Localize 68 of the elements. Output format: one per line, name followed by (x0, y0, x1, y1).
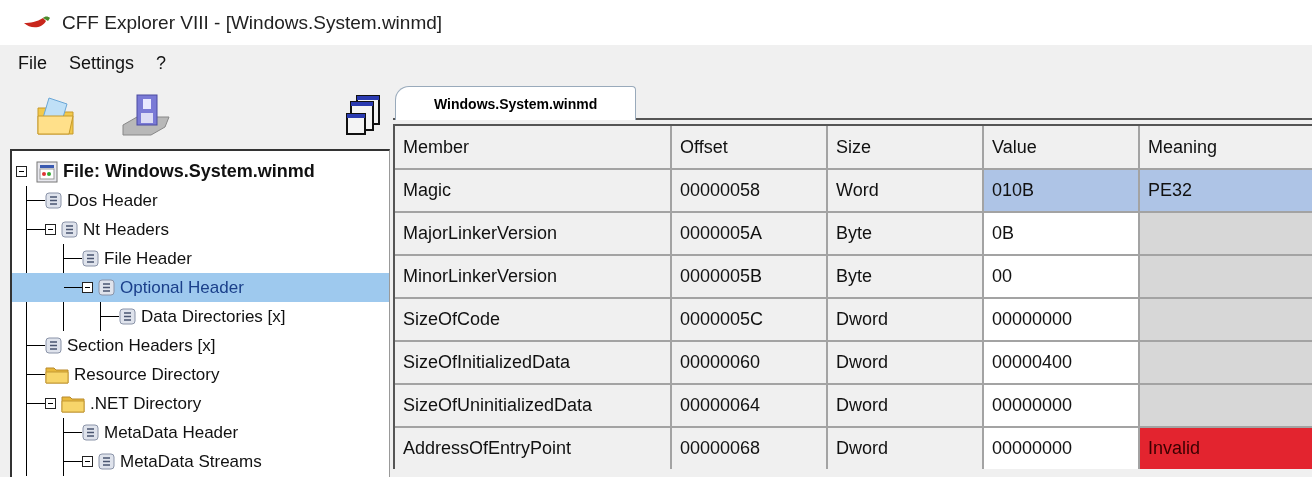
tree-item[interactable]: Data Directories [x] (101, 302, 389, 331)
table-cell: Dword (828, 428, 982, 469)
table-cell: 00000058 (672, 170, 826, 211)
table-cell: Byte (828, 256, 982, 297)
tree-item[interactable]: Dos Header (27, 186, 389, 215)
folder-icon (61, 394, 85, 413)
tree-item[interactable]: Resource Directory (27, 360, 389, 389)
table-cell: SizeOfInitializedData (395, 342, 670, 383)
table-cell: 00000068 (672, 428, 826, 469)
table-cell[interactable]: 00000000 (984, 299, 1138, 340)
table-cell[interactable]: 00000000 (984, 385, 1138, 426)
column-header[interactable]: Size (828, 126, 982, 168)
windows-icon[interactable] (343, 94, 383, 138)
menu-item[interactable]: Settings (69, 53, 135, 77)
menu-item[interactable]: File (18, 53, 47, 77)
document-icon (45, 337, 62, 354)
folder-icon (45, 365, 69, 384)
column-header[interactable]: Member (395, 126, 670, 168)
document-icon (61, 221, 78, 238)
tree-item[interactable]: File Header (64, 244, 389, 273)
tree-item[interactable]: Section Headers [x] (27, 331, 389, 360)
table-cell: Word (828, 170, 982, 211)
window-title: CFF Explorer VIII - [Windows.System.winmd] (62, 11, 443, 34)
table-cell[interactable]: 0B (984, 213, 1138, 254)
table-cell: MinorLinkerVersion (395, 256, 670, 297)
collapse-icon[interactable] (45, 224, 56, 235)
document-icon (119, 308, 136, 325)
tree-item[interactable]: .NET Directory (27, 389, 389, 418)
collapse-icon[interactable] (45, 398, 56, 409)
table-cell[interactable]: 00000400 (984, 342, 1138, 383)
table-cell: PE32 (1140, 170, 1312, 211)
tree-item[interactable]: MetaData Header (64, 418, 389, 447)
collapse-icon[interactable] (82, 456, 93, 467)
table-cell: Dword (828, 299, 982, 340)
tree-item[interactable]: File: Windows.System.winmd (16, 157, 389, 186)
save-disk-icon[interactable] (119, 93, 173, 139)
table-cell: 0000005A (672, 213, 826, 254)
table-cell: 00000060 (672, 342, 826, 383)
table-cell: Invalid (1140, 428, 1312, 469)
table-cell: Byte (828, 213, 982, 254)
table-cell: SizeOfUninitializedData (395, 385, 670, 426)
menu-item[interactable]: ? (156, 53, 167, 77)
table-cell: Dword (828, 385, 982, 426)
column-header[interactable]: Meaning (1140, 126, 1312, 168)
table-cell[interactable]: 00000000 (984, 428, 1138, 469)
table-cell: 0000005B (672, 256, 826, 297)
document-icon (82, 250, 99, 267)
tree-item[interactable]: MetaData Streams (64, 447, 389, 476)
collapse-icon[interactable] (82, 282, 93, 293)
column-header[interactable]: Offset (672, 126, 826, 168)
table-cell: Dword (828, 342, 982, 383)
table-cell[interactable]: 00 (984, 256, 1138, 297)
file-icon (36, 160, 58, 183)
file-tab[interactable]: Windows.System.winmd (395, 86, 637, 120)
table-cell: MajorLinkerVersion (395, 213, 670, 254)
table-cell: 0000005C (672, 299, 826, 340)
collapse-icon[interactable] (16, 166, 27, 177)
column-header[interactable]: Value (984, 126, 1138, 168)
document-icon (98, 453, 115, 470)
table-cell[interactable]: 010B (984, 170, 1138, 211)
table-cell: Magic (395, 170, 670, 211)
document-icon (82, 424, 99, 441)
document-icon (45, 192, 62, 209)
table-cell: AddressOfEntryPoint (395, 428, 670, 469)
table-cell: SizeOfCode (395, 299, 670, 340)
document-icon (98, 279, 115, 296)
tree-item[interactable]: Nt Headers (27, 215, 389, 244)
table-cell: 00000064 (672, 385, 826, 426)
